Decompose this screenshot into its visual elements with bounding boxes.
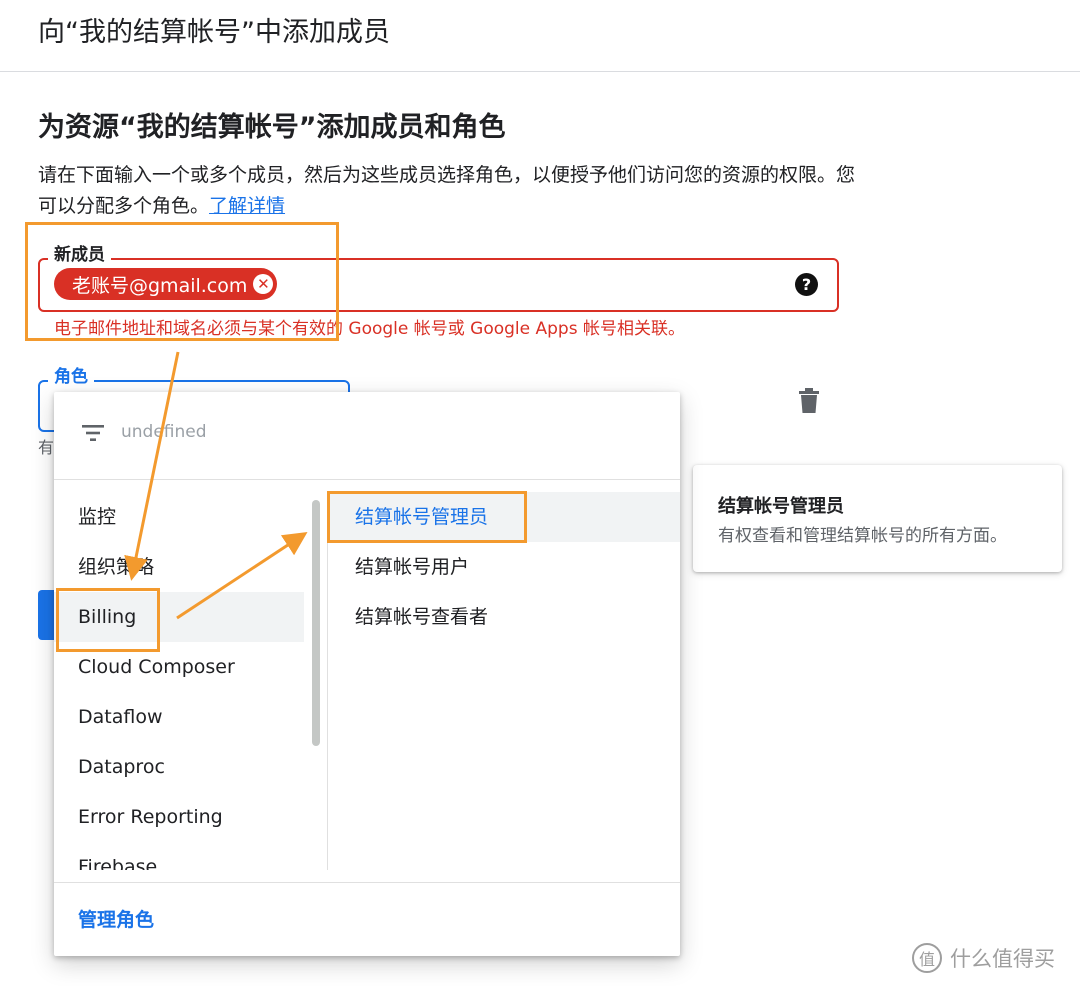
- help-icon[interactable]: ?: [795, 273, 818, 296]
- annotation-box-member: [25, 222, 339, 341]
- trash-icon[interactable]: [797, 388, 821, 414]
- category-scrollbar[interactable]: [304, 492, 328, 870]
- role-item[interactable]: 结算帐号查看者: [329, 592, 680, 642]
- filter-icon: [82, 425, 104, 441]
- dropdown-footer: 管理角色: [54, 882, 680, 956]
- category-list: 监控 组织策略 Billing Cloud Composer Dataflow …: [54, 492, 304, 870]
- role-list: 结算帐号管理员 结算帐号用户 结算帐号查看者: [329, 492, 680, 870]
- dialog-header: 向“我的结算帐号”中添加成员: [0, 0, 1080, 72]
- page-title: 向“我的结算帐号”中添加成员: [38, 17, 390, 48]
- learn-more-link[interactable]: 了解详情: [209, 195, 285, 217]
- scrollbar-thumb[interactable]: [312, 500, 320, 746]
- annotation-box-billing: [56, 588, 160, 652]
- annotation-box-role: [327, 491, 527, 543]
- role-filter[interactable]: undefined: [54, 392, 680, 480]
- role-item[interactable]: 结算帐号用户: [329, 542, 680, 592]
- category-item[interactable]: Dataflow: [54, 692, 304, 742]
- category-item[interactable]: 监控: [54, 492, 304, 542]
- category-item[interactable]: Dataproc: [54, 742, 304, 792]
- manage-roles-link[interactable]: 管理角色: [78, 905, 154, 932]
- role-hint-text: 有: [38, 438, 55, 457]
- category-item[interactable]: 组织策略: [54, 542, 304, 592]
- watermark: 值 什么值得买: [912, 940, 1055, 976]
- role-info-card: 结算帐号管理员 有权查看和管理结算帐号的所有方面。: [693, 465, 1062, 572]
- description-text: 请在下面输入一个或多个成员，然后为这些成员选择角色，以便授予他们访问您的资源的权…: [38, 164, 856, 217]
- section-description: 请在下面输入一个或多个成员，然后为这些成员选择角色，以便授予他们访问您的资源的权…: [38, 160, 858, 222]
- role-dropdown-panel: undefined 监控 组织策略 Billing Cloud Composer…: [54, 392, 680, 956]
- watermark-text: 什么值得买: [950, 947, 1055, 971]
- role-label: 角色: [48, 366, 94, 388]
- role-info-title: 结算帐号管理员: [718, 496, 844, 517]
- section-title: 为资源“我的结算帐号”添加成员和角色: [38, 112, 506, 143]
- filter-placeholder: undefined: [121, 422, 207, 442]
- watermark-logo-icon: 值: [912, 943, 942, 973]
- category-item[interactable]: Firebase: [54, 842, 304, 870]
- role-info-description: 有权查看和管理结算帐号的所有方面。: [718, 526, 1007, 546]
- category-item[interactable]: Error Reporting: [54, 792, 304, 842]
